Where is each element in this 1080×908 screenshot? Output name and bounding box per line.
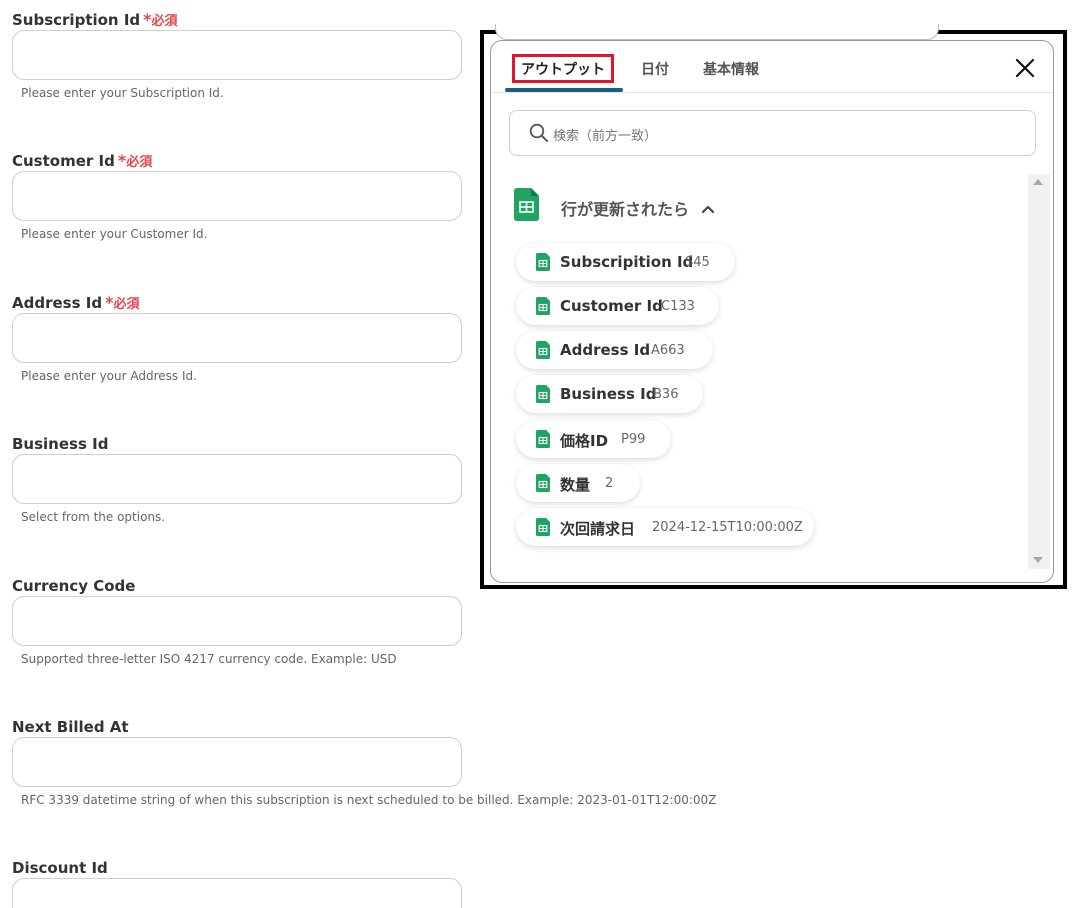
output-item-label: 価格ID	[560, 432, 609, 450]
output-item-value: 2024-12-15T10:00:00Z	[652, 520, 803, 535]
currency-code-input[interactable]	[12, 596, 462, 646]
output-item-label: Address Id	[560, 341, 651, 359]
field-discount-id: Discount Id	[12, 857, 462, 908]
chevron-up-icon[interactable]	[701, 200, 715, 214]
group-header[interactable]: 行が更新されたら	[514, 188, 734, 224]
address-id-input[interactable]	[12, 313, 462, 363]
output-item-label: 次回請求日	[560, 520, 636, 538]
output-item-value: P99	[621, 432, 646, 447]
tab-date[interactable]: 日付	[641, 59, 669, 79]
google-sheets-icon	[514, 188, 539, 225]
google-sheets-icon	[536, 385, 550, 403]
group-title: 行が更新されたら	[561, 200, 690, 219]
google-sheets-icon	[536, 474, 550, 492]
output-item-next-billing-date[interactable]: 次回請求日 2024-12-15T10:00:00Z	[516, 508, 814, 546]
field-label: Subscription Id	[12, 11, 141, 29]
search-icon	[529, 123, 549, 143]
field-address-id: Address Id *必須 Please enter your Address …	[12, 292, 462, 383]
field-business-id: Business Id Select from the options.	[12, 433, 462, 524]
output-item-value: B36	[653, 387, 679, 402]
output-item-label: Business Id	[560, 385, 657, 403]
active-tab-indicator	[505, 88, 623, 92]
field-help-text: Please enter your Subscription Id.	[21, 86, 224, 100]
field-next-billed-at: Next Billed At RFC 3339 datetime string …	[12, 716, 716, 807]
output-item-label: Subscripition Id	[560, 253, 694, 271]
output-item-subscription-id[interactable]: Subscripition Id S45	[516, 243, 735, 281]
output-picker-panel: アウトプット 日付 基本情報 検索（前方一致） 行が更新されたら Subscri…	[490, 40, 1054, 583]
output-item-quantity[interactable]: 数量 2	[516, 464, 640, 502]
search-placeholder: 検索（前方一致）	[553, 129, 658, 144]
output-item-business-id[interactable]: Business Id B36	[516, 375, 703, 413]
field-customer-id: Customer Id *必須 Please enter your Custome…	[12, 150, 462, 241]
field-label: Next Billed At	[12, 718, 129, 736]
next-billed-at-input[interactable]	[12, 737, 462, 787]
field-label: Customer Id	[12, 152, 115, 170]
output-item-value: C133	[661, 299, 695, 314]
field-help-text: Please enter your Address Id.	[21, 369, 197, 383]
tab-bar: アウトプット 日付 基本情報	[491, 41, 1053, 93]
scroll-up-arrow-icon[interactable]	[1033, 179, 1043, 185]
field-help-text: Supported three-letter ISO 4217 currency…	[21, 652, 397, 666]
customer-id-input[interactable]	[12, 171, 462, 221]
field-help-text: RFC 3339 datetime string of when this su…	[21, 793, 717, 807]
required-badge: 必須	[126, 155, 153, 170]
scrollbar[interactable]	[1028, 174, 1050, 569]
scroll-down-arrow-icon[interactable]	[1033, 557, 1043, 563]
tab-output[interactable]: アウトプット	[512, 54, 614, 83]
output-item-address-id[interactable]: Address Id A663	[516, 331, 713, 369]
output-item-label: Customer Id	[560, 297, 663, 315]
field-label: Address Id	[12, 294, 103, 312]
output-item-price-id[interactable]: 価格ID P99	[516, 420, 671, 458]
subscription-id-input[interactable]	[12, 30, 462, 80]
google-sheets-icon	[536, 518, 550, 536]
close-icon[interactable]	[1014, 57, 1036, 79]
google-sheets-icon	[536, 341, 550, 359]
required-badge: 必須	[151, 14, 178, 29]
field-subscription-id: Subscription Id *必須 Please enter your Sub…	[12, 9, 462, 100]
output-item-value: 2	[605, 476, 614, 491]
required-asterisk-icon: *	[117, 151, 127, 170]
field-label: Business Id	[12, 435, 109, 453]
field-help-text: Please enter your Customer Id.	[21, 227, 208, 241]
output-item-value: S45	[685, 255, 710, 270]
field-help-text: Select from the options.	[21, 510, 166, 524]
output-item-label: 数量	[560, 476, 591, 494]
field-label: Discount Id	[12, 859, 108, 877]
google-sheets-icon	[536, 253, 550, 271]
business-id-input[interactable]	[12, 454, 462, 504]
field-currency-code: Currency Code Supported three-letter ISO…	[12, 575, 462, 666]
background-popup-edge	[495, 24, 939, 40]
discount-id-input[interactable]	[12, 878, 462, 908]
tab-basic-info[interactable]: 基本情報	[703, 59, 759, 79]
field-label: Currency Code	[12, 577, 136, 595]
google-sheets-icon	[536, 430, 550, 448]
search-input[interactable]: 検索（前方一致）	[509, 110, 1036, 156]
required-badge: 必須	[113, 297, 140, 312]
required-asterisk-icon: *	[143, 10, 152, 29]
output-item-value: A663	[651, 343, 685, 358]
google-sheets-icon	[536, 297, 550, 315]
output-item-customer-id[interactable]: Customer Id C133	[516, 287, 719, 325]
